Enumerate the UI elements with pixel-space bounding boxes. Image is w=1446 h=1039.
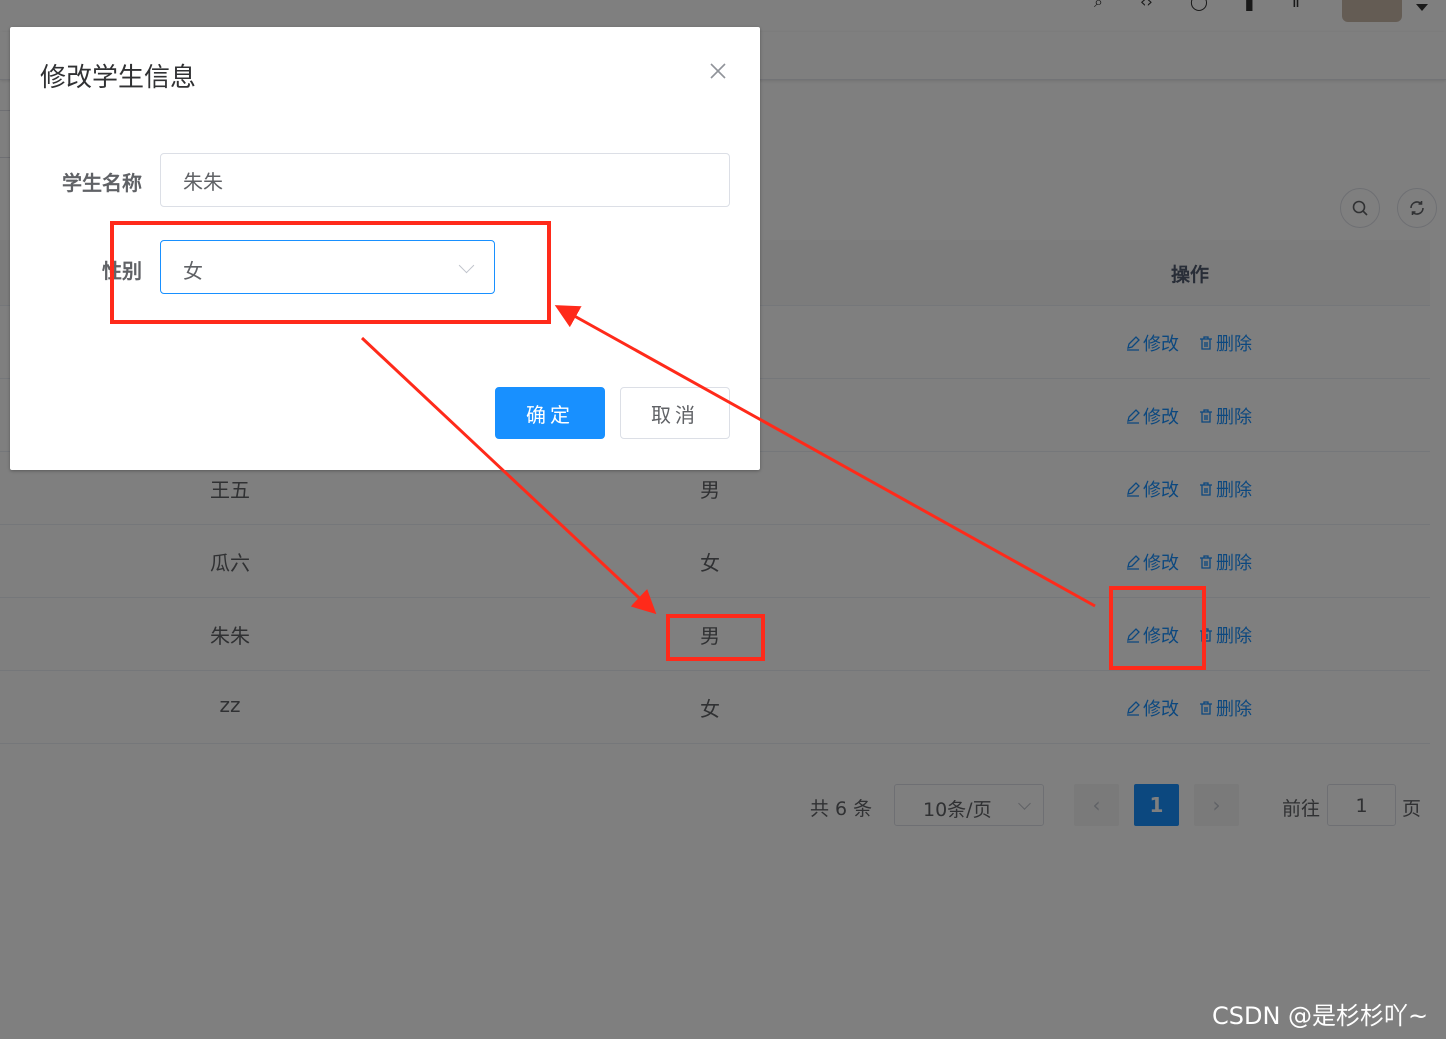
student-name-input[interactable] — [160, 153, 730, 207]
sex-select[interactable]: 女 — [160, 240, 495, 294]
chevron-down-icon — [458, 257, 475, 274]
cancel-button[interactable]: 取消 — [620, 387, 730, 439]
watermark: CSDN @是杉杉吖~ — [1212, 1002, 1429, 1030]
sex-select-value: 女 — [183, 259, 203, 283]
sex-label: 性别 — [102, 259, 142, 283]
confirm-button[interactable]: 确定 — [495, 387, 605, 439]
close-icon[interactable] — [708, 61, 728, 81]
edit-student-dialog: 修改学生信息 学生名称 性别 女 确定 取消 — [10, 27, 760, 470]
dialog-title: 修改学生信息 — [40, 63, 197, 93]
student-name-label: 学生名称 — [62, 171, 142, 195]
